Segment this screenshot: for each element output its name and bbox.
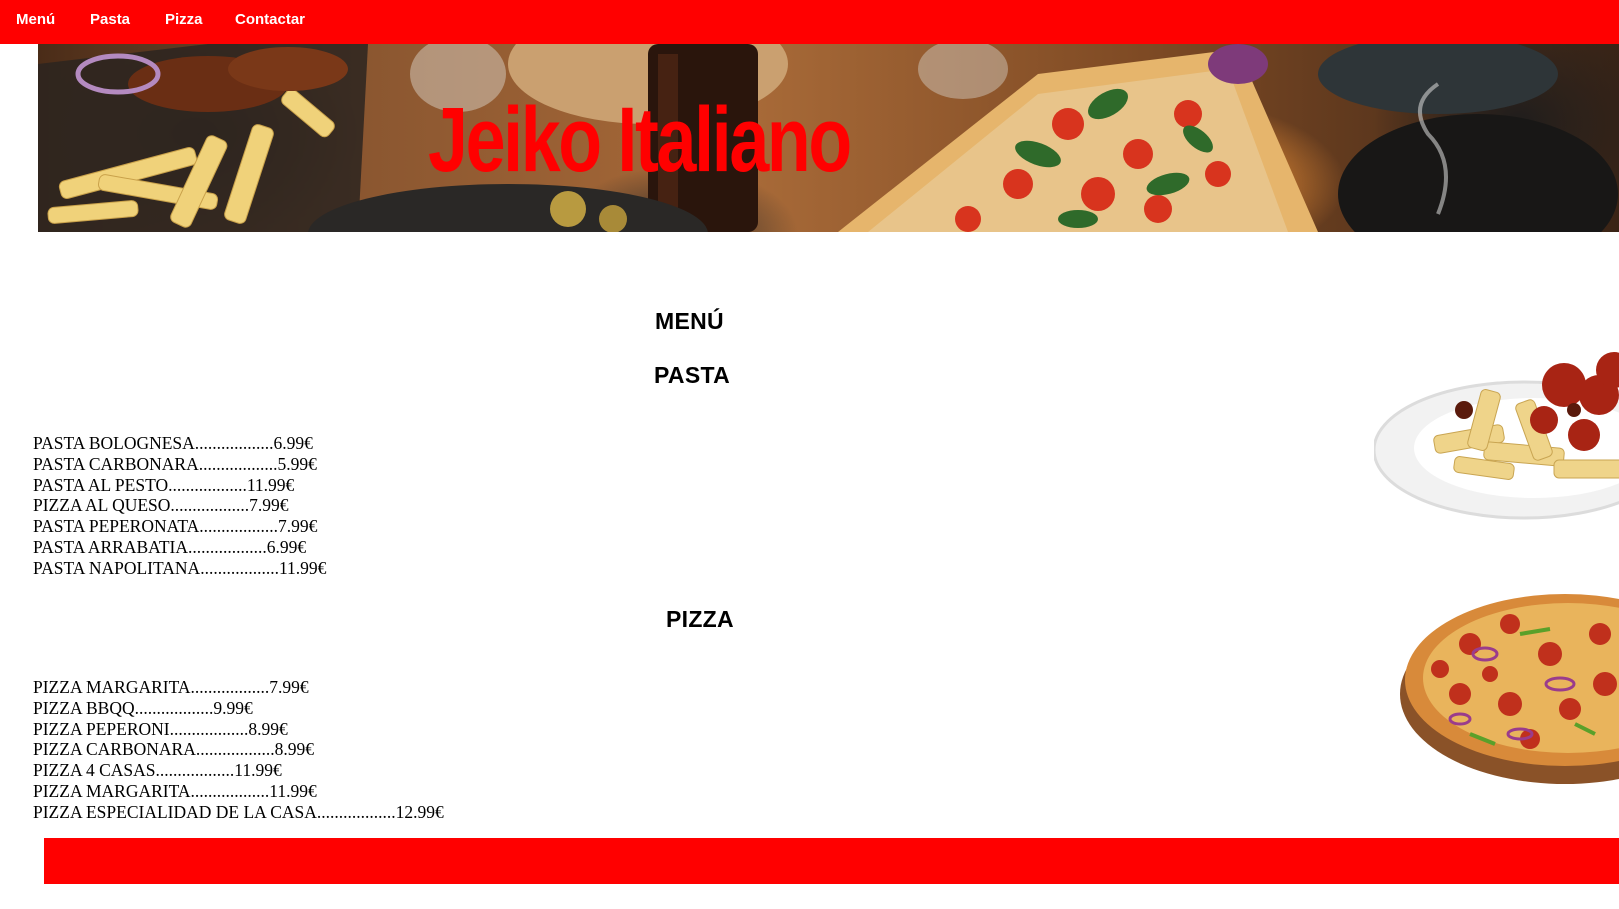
list-item: PASTA AL PESTO..................11.99€ bbox=[33, 474, 295, 495]
list-item: PIZZA 4 CASAS..................11.99€ bbox=[33, 760, 282, 781]
pizza-heading: PIZZA bbox=[666, 606, 734, 632]
hero-banner: Jeiko Italiano bbox=[38, 44, 1619, 232]
list-item: PASTA BOLOGNESA..................6.99€ bbox=[33, 433, 313, 453]
list-item: PIZZA ESPECIALIDAD DE LA CASA...........… bbox=[33, 801, 444, 822]
pizza-image bbox=[1400, 594, 1619, 784]
list-item: PIZZA PEPERONI..................8.99€ bbox=[33, 718, 288, 739]
list-item: PIZZA MARGARITA..................7.99€ bbox=[33, 677, 309, 697]
list-item: PIZZA AL QUESO..................7.99€ bbox=[33, 495, 289, 516]
pasta-dish-image bbox=[1374, 352, 1619, 520]
pasta-menu-list: PASTA BOLOGNESA..................6.99€ P… bbox=[33, 433, 326, 579]
site-title: Jeiko Italiano bbox=[428, 89, 852, 191]
pasta-heading: PASTA bbox=[654, 362, 731, 388]
list-item: PASTA ARRABATIA..................6.99€ bbox=[33, 536, 307, 557]
list-item: PASTA PEPERONATA..................7.99€ bbox=[33, 516, 318, 537]
top-nav-bar: Menú Pasta Pizza Contactar bbox=[0, 0, 1619, 44]
nav-link-menu[interactable]: Menú bbox=[16, 11, 55, 28]
nav-link-pasta[interactable]: Pasta bbox=[90, 11, 130, 28]
list-item: PIZZA BBQQ..................9.99€ bbox=[33, 697, 253, 718]
nav-link-pizza[interactable]: Pizza bbox=[165, 11, 203, 28]
pizza-menu-list: PIZZA MARGARITA..................7.99€ P… bbox=[33, 677, 444, 823]
list-item: PASTA CARBONARA..................5.99€ bbox=[33, 453, 317, 474]
footer-bar bbox=[44, 838, 1619, 884]
menu-heading: MENÚ bbox=[655, 308, 724, 334]
list-item: PIZZA MARGARITA..................11.99€ bbox=[33, 780, 317, 801]
list-item: PIZZA CARBONARA..................8.99€ bbox=[33, 739, 314, 760]
list-item: PASTA NAPOLITANA..................11.99€ bbox=[33, 557, 327, 578]
nav-link-contactar[interactable]: Contactar bbox=[235, 11, 305, 28]
